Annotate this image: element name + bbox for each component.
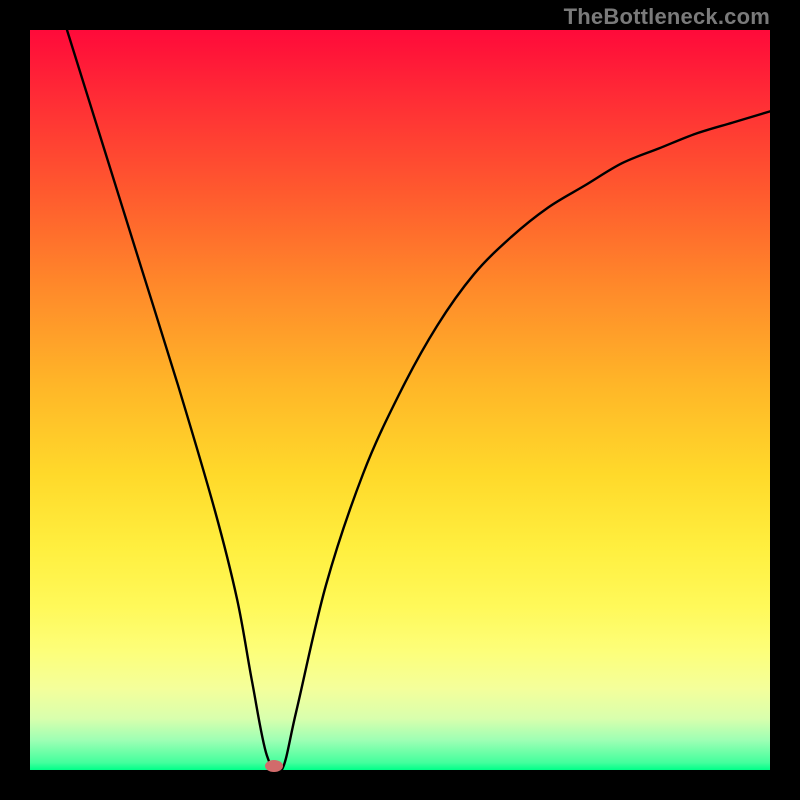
plot-area — [30, 30, 770, 770]
bottleneck-curve — [30, 30, 770, 770]
min-marker-icon — [265, 760, 283, 772]
watermark-text: TheBottleneck.com — [564, 4, 770, 30]
chart-frame: TheBottleneck.com — [0, 0, 800, 800]
